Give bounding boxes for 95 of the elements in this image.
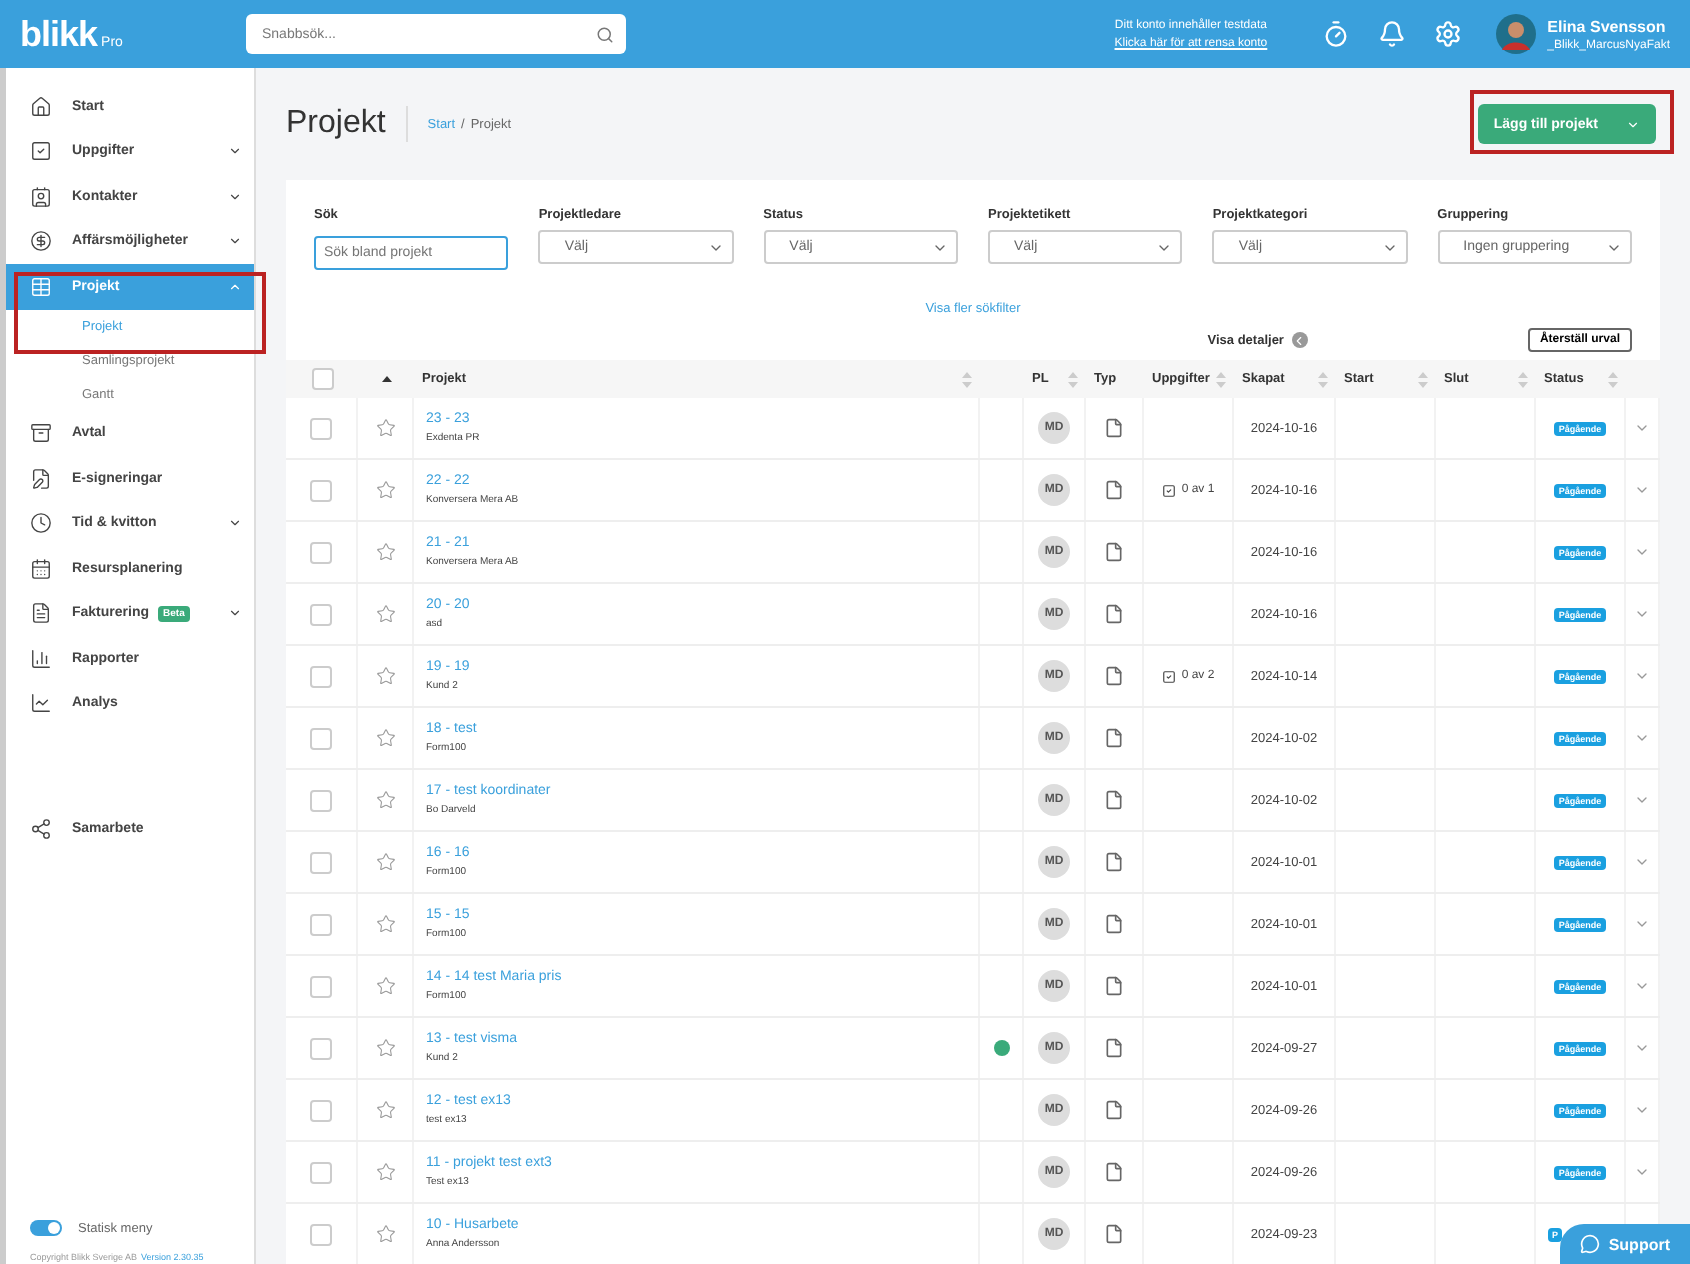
- document-icon: [30, 602, 52, 625]
- star-icon[interactable]: [375, 1038, 395, 1058]
- document-icon: [1104, 728, 1124, 748]
- star-icon[interactable]: [375, 914, 395, 934]
- expand-icon[interactable]: [1634, 668, 1650, 684]
- caret-icon[interactable]: [1626, 117, 1640, 131]
- avatar[interactable]: [1495, 14, 1536, 54]
- chat-icon: [1580, 1234, 1601, 1254]
- star-icon[interactable]: [375, 666, 395, 686]
- row-checkbox[interactable]: [310, 727, 332, 749]
- expand-icon[interactable]: [1634, 544, 1650, 560]
- expand-icon[interactable]: [1634, 420, 1650, 436]
- chevron-down-icon[interactable]: [228, 144, 242, 159]
- row-checkbox[interactable]: [310, 1099, 332, 1121]
- chevron-down-icon[interactable]: [228, 189, 242, 204]
- document-icon: [1104, 852, 1124, 872]
- chevron-down-icon[interactable]: [228, 516, 242, 531]
- row-checkbox[interactable]: [310, 975, 332, 997]
- timer-icon[interactable]: [1321, 20, 1350, 48]
- star-icon[interactable]: [375, 418, 395, 438]
- search-icon[interactable]: [596, 25, 614, 43]
- row-checkbox[interactable]: [310, 603, 332, 625]
- chevron-left-icon[interactable]: [1291, 332, 1308, 348]
- settings-icon[interactable]: [1433, 20, 1462, 48]
- expand-icon[interactable]: [1634, 1102, 1650, 1118]
- share-icon: [30, 817, 52, 840]
- star-icon[interactable]: [375, 976, 395, 996]
- document-icon: [1104, 666, 1124, 686]
- star-icon[interactable]: [375, 1224, 395, 1244]
- contact-icon: [30, 185, 52, 208]
- star-icon[interactable]: [375, 542, 395, 562]
- document-icon: [1104, 1100, 1124, 1120]
- row-checkbox[interactable]: [310, 1223, 332, 1245]
- sort-icon[interactable]: [1418, 371, 1428, 387]
- archive-icon: [30, 422, 52, 445]
- checkbox-icon: [1161, 669, 1176, 683]
- row-checkbox[interactable]: [310, 789, 332, 811]
- expand-icon[interactable]: [1634, 606, 1650, 622]
- document-icon: [1104, 1162, 1124, 1182]
- star-icon[interactable]: [375, 728, 395, 748]
- expand-icon[interactable]: [1634, 854, 1650, 870]
- expand-icon[interactable]: [1634, 792, 1650, 808]
- row-checkbox[interactable]: [310, 1037, 332, 1059]
- expand-icon[interactable]: [1634, 916, 1650, 932]
- sort-icon[interactable]: [1318, 371, 1328, 387]
- dollar-icon: [30, 230, 52, 253]
- row-checkbox[interactable]: [310, 665, 332, 687]
- document-icon: [1104, 976, 1124, 996]
- sort-icon[interactable]: [1608, 371, 1618, 387]
- row-checkbox[interactable]: [310, 913, 332, 935]
- select-all-checkbox[interactable]: [311, 368, 333, 390]
- star-icon[interactable]: [375, 1100, 395, 1120]
- document-icon: [1104, 418, 1124, 438]
- star-icon[interactable]: [375, 1162, 395, 1182]
- expand-icon[interactable]: [1634, 730, 1650, 746]
- toggle-switch[interactable]: [30, 1220, 62, 1236]
- expand-icon[interactable]: [1634, 978, 1650, 994]
- row-checkbox[interactable]: [310, 1161, 332, 1183]
- document-icon: [1104, 790, 1124, 810]
- line-chart-icon: [30, 692, 52, 715]
- checkbox-icon: [1161, 483, 1176, 497]
- chevron-down-icon[interactable]: [228, 606, 242, 621]
- star-icon[interactable]: [375, 480, 395, 500]
- row-checkbox[interactable]: [310, 541, 332, 563]
- row-checkbox[interactable]: [310, 851, 332, 873]
- document-icon: [1104, 480, 1124, 500]
- sort-asc-icon[interactable]: [381, 376, 391, 382]
- document-icon: [1104, 1224, 1124, 1244]
- document-icon: [1104, 1038, 1124, 1058]
- page-title: Projekt: [286, 106, 408, 142]
- bar-chart-icon: [30, 647, 52, 670]
- chevron-down-icon[interactable]: [228, 234, 242, 249]
- sort-icon[interactable]: [962, 371, 972, 387]
- star-icon[interactable]: [375, 790, 395, 810]
- expand-icon[interactable]: [1634, 1164, 1650, 1180]
- row-checkbox[interactable]: [310, 479, 332, 501]
- star-icon[interactable]: [375, 852, 395, 872]
- signature-icon: [30, 467, 52, 490]
- star-icon[interactable]: [375, 604, 395, 624]
- table-icon: [30, 275, 52, 298]
- row-checkbox[interactable]: [310, 417, 332, 439]
- document-icon: [1104, 604, 1124, 624]
- document-icon: [1104, 542, 1124, 562]
- calendar-icon: [30, 557, 52, 580]
- home-icon: [30, 95, 52, 118]
- clock-icon: [30, 512, 52, 535]
- expand-icon[interactable]: [1634, 482, 1650, 498]
- sort-icon[interactable]: [1216, 371, 1226, 387]
- chevron-up-icon[interactable]: [228, 279, 242, 294]
- checkbox-icon: [30, 140, 52, 163]
- sort-icon[interactable]: [1518, 371, 1528, 387]
- expand-icon[interactable]: [1634, 1040, 1650, 1056]
- bell-icon[interactable]: [1377, 20, 1406, 48]
- document-icon: [1104, 914, 1124, 934]
- sort-icon[interactable]: [1068, 371, 1078, 387]
